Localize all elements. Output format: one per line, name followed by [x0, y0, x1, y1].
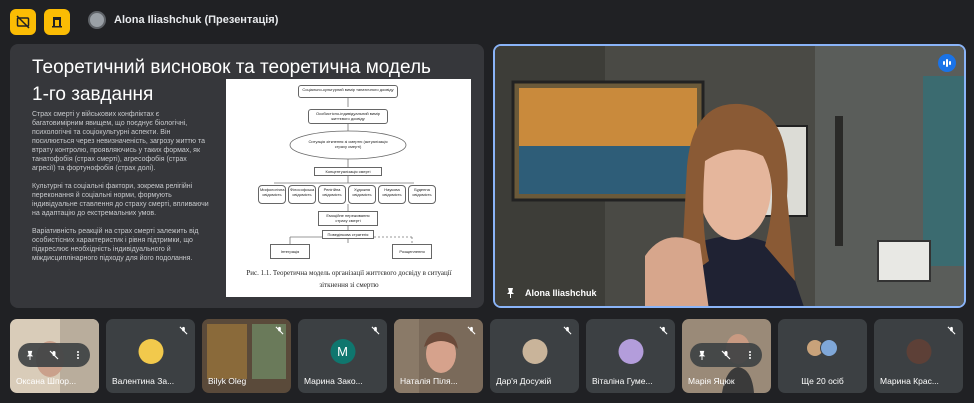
audio-wave-icon	[943, 59, 951, 67]
diagram-box: Художня свідомість	[348, 185, 376, 204]
participant-name: Дар'я Досужій	[496, 376, 552, 386]
avatar	[618, 339, 643, 364]
participant-name: Марія Яцюк	[688, 376, 735, 386]
diagram-box: Емоційне переживання страху смерті	[318, 211, 378, 226]
subtitles-off-icon	[16, 15, 30, 29]
tile-hover-controls	[18, 343, 90, 367]
speaking-indicator	[938, 54, 956, 72]
diagram-box: Концептуалізація смерті	[314, 167, 382, 176]
diagram-box: Соціально-культурний вимір танатичного д…	[298, 85, 398, 98]
diagram-box: Інтеграція	[270, 244, 310, 259]
participant-name: Марина Крас...	[880, 376, 939, 386]
avatar	[820, 339, 838, 357]
diagram-box: Розщеплення	[392, 244, 432, 259]
speaker-video-frame	[495, 46, 964, 306]
present-icon	[52, 17, 62, 28]
participant-name: Bilyk Oleg	[208, 376, 247, 386]
participant-tile[interactable]: Валентина За...	[106, 319, 195, 393]
avatar	[906, 339, 931, 364]
mic-off-icon	[179, 326, 188, 335]
diagram-ellipse-label: Ситуація зіткнення зі смертю (актуалізац…	[308, 139, 388, 149]
participant-name: Віталіна Гуме...	[592, 376, 653, 386]
speaker-name: Alona Iliashchuk	[525, 288, 597, 298]
mic-off-icon	[563, 326, 572, 335]
avatar: М	[330, 339, 355, 364]
participant-tile[interactable]: Bilyk Oleg	[202, 319, 291, 393]
slide-paragraph: Культурні та соціальні фактори, зокрема …	[32, 183, 209, 217]
participant-tile[interactable]: Наталія Піля...	[394, 319, 483, 393]
slide-body: Страх смерті у військових конфліктах є б…	[32, 110, 210, 272]
participant-tile[interactable]: Віталіна Гуме...	[586, 319, 675, 393]
participant-tile[interactable]: Марина Крас...	[874, 319, 963, 393]
avatar	[522, 339, 547, 364]
mic-off-icon	[947, 326, 956, 335]
pin-icon[interactable]	[25, 350, 35, 360]
mic-off-icon	[467, 326, 476, 335]
diagram-box: Мифологічна свідомість	[258, 185, 286, 204]
mic-off-icon[interactable]	[721, 350, 731, 360]
participant-tile[interactable]: Марія Яцюк	[682, 319, 771, 393]
top-bar: Alona Iliashchuk (Презентація)	[0, 0, 974, 42]
more-vert-icon[interactable]	[73, 350, 83, 360]
diagram-box: Поведінкова стратегія	[322, 230, 374, 239]
participant-name: Наталія Піля...	[400, 376, 458, 386]
avatar	[138, 339, 163, 364]
mic-off-icon	[371, 326, 380, 335]
speaker-video[interactable]: Alona Iliashchuk	[493, 44, 966, 308]
mic-off-icon	[275, 326, 284, 335]
slide-paragraph: Варіативність реакцій на страх смерті за…	[32, 228, 199, 262]
mic-off-icon	[659, 326, 668, 335]
slide-paragraph: Страх смерті у військових конфліктах є б…	[32, 111, 205, 172]
diagram-box: Особистісно-індивідуальний вимір життєво…	[308, 109, 388, 124]
figure-caption: Рис. 1.1. Теоретична модель організації …	[246, 269, 452, 289]
diagram-box: Філософська свідомість	[288, 185, 316, 204]
pin-icon[interactable]	[697, 350, 707, 360]
presenter-indicator: Alona Iliashchuk (Презентація)	[88, 11, 278, 29]
presenter-label: Alona Iliashchuk (Презентація)	[114, 14, 279, 26]
more-participants-tile[interactable]: Ще 20 осіб	[778, 319, 867, 393]
shared-presentation[interactable]: Теоретичний висновок та теоретична модел…	[10, 44, 484, 308]
tile-hover-controls	[690, 343, 762, 367]
diagram-box: Наукова свідомість	[378, 185, 406, 204]
more-participants-label: Ще 20 осіб	[801, 376, 844, 386]
participant-tile[interactable]: Оксана Шпор...	[10, 319, 99, 393]
captions-button[interactable]	[10, 9, 36, 35]
participant-name: Марина Зако...	[304, 376, 363, 386]
presenter-avatar	[88, 11, 106, 29]
presentation-mode-button[interactable]	[44, 9, 70, 35]
participant-name: Валентина За...	[112, 376, 175, 386]
mic-off-icon[interactable]	[49, 350, 59, 360]
diagram-box: Буденна свідомість	[408, 185, 436, 204]
participant-name: Оксана Шпор...	[16, 376, 77, 386]
participant-tile[interactable]: Дар'я Досужій	[490, 319, 579, 393]
theoretical-model-diagram: Соціально-культурний вимір танатичного д…	[226, 79, 471, 297]
participant-tile[interactable]: М Марина Зако...	[298, 319, 387, 393]
more-vert-icon[interactable]	[745, 350, 755, 360]
pin-icon[interactable]	[505, 287, 516, 298]
diagram-box: Релігійна свідомість	[318, 185, 346, 204]
